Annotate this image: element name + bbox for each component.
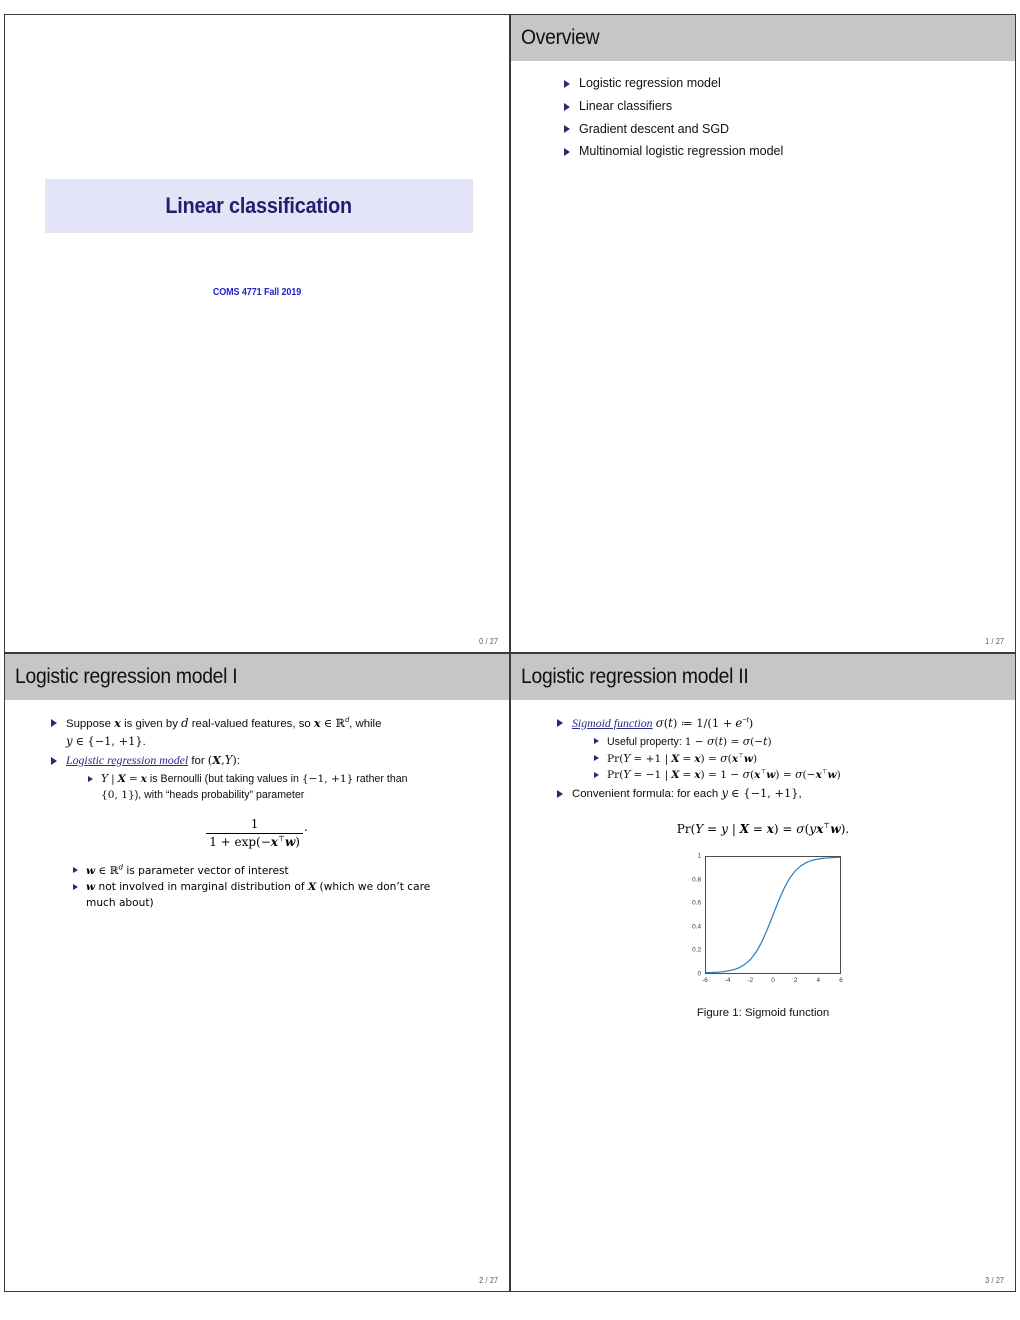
slide-logistic-regression-model-2: Logistic regression model II Sigmoid fun…	[510, 653, 1016, 1292]
sigmoid-curve-svg	[706, 857, 840, 974]
plot-area	[705, 856, 841, 975]
title-box: Linear classification	[45, 179, 473, 233]
convenient-formula-equation: Pr(Y = y | X = x) = σ(yx⊤w).	[676, 821, 850, 837]
slide-logistic-regression-model-1: Logistic regression model I Suppose x is…	[4, 653, 510, 1292]
defined-term: Sigmoid function	[572, 715, 653, 730]
slide-title-text: Logistic regression model I	[15, 665, 238, 688]
lrm1-bullet-list: Suppose x is given by d real-valued feat…	[51, 714, 487, 803]
denominator: 1 + exp(−x⊤w)	[209, 833, 300, 849]
triangle-bullet-icon	[594, 771, 599, 778]
sigmoid-chart: 1 0.8 0.6 0.4 0.2 0 -6 -4 -2 0 2 4 6	[679, 850, 847, 998]
defined-term: Logistic regression model	[66, 753, 189, 768]
list-item: Pr(Y = −1 | X = x) = 1 − σ(x⊤w) = σ(−x⊤w…	[594, 767, 993, 784]
page-indicator: 0 / 27	[478, 637, 498, 646]
slide-body: Suppose x is given by d real-valued feat…	[5, 700, 509, 1267]
slide-body: Sigmoid function σ(t) ≔ 1/(1 + e−t) Usef…	[511, 700, 1015, 1267]
x-tick-label: 2	[793, 977, 798, 985]
y-tick-label: 0	[697, 970, 701, 978]
bullet-text: Y | X = x is Bernoulli (but taking value…	[101, 772, 408, 801]
lrm1-sub-list: Y | X = x is Bernoulli (but taking value…	[88, 771, 487, 803]
list-item: Multinomial logistic regression model	[563, 143, 993, 161]
x-tick-label: 4	[816, 977, 821, 985]
list-item: w ∈ ℝd is parameter vector of interest	[73, 863, 487, 880]
triangle-bullet-icon	[594, 738, 599, 745]
x-tick-label: 6	[839, 977, 843, 985]
y-tick-label: 0.2	[692, 946, 701, 954]
list-item: Useful property: 1 − σ(t) = σ(−t)	[594, 734, 993, 751]
triangle-bullet-icon	[594, 755, 599, 762]
page-indicator: 2 / 27	[478, 1276, 498, 1285]
title-slide-content: Linear classification COMS 4771 Fall 201…	[5, 15, 509, 652]
overview-bullet-list: Logistic regression model Linear classif…	[563, 75, 993, 161]
slide-header-bar: Logistic regression model I	[5, 654, 509, 700]
y-tick-label: 0.4	[692, 923, 701, 931]
lrm2-bullet-list: Sigmoid function σ(t) ≔ 1/(1 + e−t) Usef…	[557, 714, 993, 803]
bullet-text: Useful property: 1 − σ(t) = σ(−t)	[607, 734, 772, 748]
triangle-bullet-icon	[557, 789, 563, 798]
triangle-bullet-icon	[557, 718, 563, 727]
list-item: Sigmoid function σ(t) ≔ 1/(1 + e−t) Usef…	[557, 714, 993, 784]
list-item: Pr(Y = +1 | X = x) = σ(x⊤w)	[594, 751, 993, 768]
slide-title: Linear classification COMS 4771 Fall 201…	[4, 14, 510, 653]
triangle-bullet-icon	[564, 148, 570, 156]
x-tick-label: -6	[702, 977, 708, 985]
lrm1-sub-list-2: w ∈ ℝd is parameter vector of interest w…	[73, 863, 487, 912]
list-item: Logistic regression model for (X,Y): Y |…	[51, 752, 487, 803]
presentation-subtitle: COMS 4771 Fall 2019	[212, 287, 302, 298]
x-tick-label: 0	[771, 977, 775, 985]
bullet-text: w not involved in marginal distribution …	[86, 880, 431, 909]
numerator: 1	[206, 817, 303, 834]
bullet-text: w ∈ ℝd is parameter vector of interest	[86, 863, 289, 878]
list-item: w not involved in marginal distribution …	[73, 880, 487, 911]
bullet-label: Logistic regression model	[579, 76, 721, 90]
bullet-label: Multinomial logistic regression model	[579, 144, 784, 159]
x-tick-label: -2	[747, 977, 754, 985]
list-item: Convenient formula: for each y ∈ {−1, +1…	[557, 785, 993, 803]
bullet-label: Linear classifiers	[579, 98, 673, 113]
page-indicator: 3 / 27	[984, 1276, 1004, 1285]
list-item: Linear classifiers	[563, 98, 993, 116]
slide-overview: Overview Logistic regression model Linea…	[510, 14, 1016, 653]
bullet-text: Pr(Y = +1 | X = x) = σ(x⊤w)	[607, 751, 758, 765]
list-item: Y | X = x is Bernoulli (but taking value…	[88, 771, 487, 803]
equation-trailing-punctuation: .	[303, 820, 308, 835]
figure-sigmoid: 1 0.8 0.6 0.4 0.2 0 -6 -4 -2 0 2 4 6 Fig…	[533, 850, 993, 1020]
bullet-text: Pr(Y = −1 | X = x) = 1 − σ(x⊤w) = σ(−x⊤w…	[607, 768, 841, 782]
triangle-bullet-icon	[51, 756, 57, 765]
slide-body: Logistic regression model Linear classif…	[511, 61, 1015, 628]
slide-header-bar: Logistic regression model II	[511, 654, 1015, 700]
slide-handout-page: Linear classification COMS 4771 Fall 201…	[0, 0, 1020, 1320]
triangle-bullet-icon	[88, 775, 93, 782]
slide-grid: Linear classification COMS 4771 Fall 201…	[4, 14, 1016, 1292]
list-item: Logistic regression model	[563, 75, 993, 93]
bullet-label: Gradient descent and SGD	[579, 121, 730, 136]
triangle-bullet-icon	[564, 102, 570, 111]
x-tick-label: -4	[724, 977, 731, 985]
triangle-bullet-icon	[73, 884, 78, 891]
figure-caption: Figure 1: Sigmoid function	[696, 1007, 830, 1020]
triangle-bullet-icon	[73, 867, 78, 874]
page-indicator: 1 / 27	[984, 637, 1004, 646]
bullet-text: Sigmoid function σ(t) ≔ 1/(1 + e−t)	[572, 715, 754, 730]
slide-title-text: Overview	[521, 26, 600, 49]
bullet-text: Suppose x is given by d real-valued feat…	[66, 715, 382, 748]
y-tick-label: 0.8	[692, 876, 701, 884]
slide-header-bar: Overview	[511, 15, 1015, 61]
triangle-bullet-icon	[564, 125, 570, 134]
y-tick-label: 1	[697, 852, 701, 860]
presentation-title: Linear classification	[165, 193, 353, 218]
list-item: Gradient descent and SGD	[563, 121, 993, 139]
fraction: 1 1 + exp(−x⊤w)	[206, 817, 303, 849]
bernoulli-parameter-equation: 1 1 + exp(−x⊤w) .	[27, 817, 487, 849]
bullet-text: Logistic regression model for (X,Y):	[66, 753, 241, 768]
bullet-text: Convenient formula: for each y ∈ {−1, +1…	[572, 785, 802, 800]
slide-title-text: Logistic regression model II	[521, 665, 749, 688]
y-tick-label: 0.6	[692, 899, 701, 907]
lrm2-sub-list: Useful property: 1 − σ(t) = σ(−t) Pr(Y =…	[594, 734, 993, 784]
list-item: Suppose x is given by d real-valued feat…	[51, 714, 487, 751]
triangle-bullet-icon	[564, 79, 570, 88]
triangle-bullet-icon	[51, 718, 57, 727]
